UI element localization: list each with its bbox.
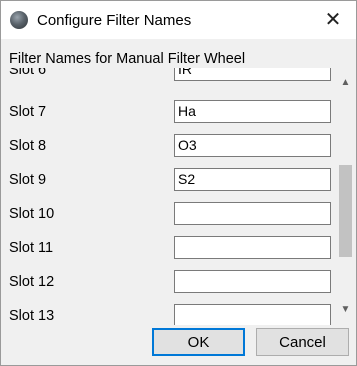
slot-label: Slot 13 bbox=[9, 308, 55, 324]
slot-row: Slot 8 bbox=[1, 131, 336, 165]
slot-row: Slot 11 bbox=[1, 233, 336, 267]
vertical-scrollbar[interactable]: ▲ ▼ bbox=[336, 68, 355, 325]
dialog-window: Configure Filter Names ✕ Filter Names fo… bbox=[0, 0, 357, 366]
slot-row: Slot 12 bbox=[1, 267, 336, 301]
slot-name-input[interactable] bbox=[174, 134, 331, 157]
app-icon bbox=[10, 11, 28, 29]
slot-label: Slot 6 bbox=[9, 68, 47, 78]
scroll-thumb[interactable] bbox=[339, 165, 352, 257]
slot-name-input[interactable] bbox=[174, 202, 331, 225]
slot-row: Slot 6 bbox=[1, 68, 336, 89]
slot-row: Slot 10 bbox=[1, 199, 336, 233]
slot-list: Slot 6 Slot 7 Slot 8 Slot 9 Slot 10 Slot… bbox=[1, 68, 336, 325]
slot-name-input[interactable] bbox=[174, 236, 331, 259]
slot-row: Slot 7 bbox=[1, 97, 336, 131]
slot-label: Slot 8 bbox=[9, 138, 47, 154]
window-title: Configure Filter Names bbox=[37, 12, 192, 29]
title-bar: Configure Filter Names ✕ bbox=[1, 1, 356, 39]
slot-label: Slot 10 bbox=[9, 206, 55, 222]
slot-row: Slot 13 bbox=[1, 301, 336, 325]
slot-name-input[interactable] bbox=[174, 168, 331, 191]
slot-name-input[interactable] bbox=[174, 100, 331, 123]
slot-row: Slot 9 bbox=[1, 165, 336, 199]
scroll-up-arrow-icon[interactable]: ▲ bbox=[336, 74, 355, 92]
scroll-down-arrow-icon[interactable]: ▼ bbox=[336, 301, 355, 319]
close-button[interactable]: ✕ bbox=[320, 7, 346, 33]
slot-name-input[interactable] bbox=[174, 68, 331, 81]
slot-name-input[interactable] bbox=[174, 304, 331, 325]
ok-button[interactable]: OK bbox=[152, 328, 245, 356]
slot-label: Slot 9 bbox=[9, 172, 47, 188]
cancel-button[interactable]: Cancel bbox=[256, 328, 349, 356]
slot-name-input[interactable] bbox=[174, 270, 331, 293]
slot-label: Slot 11 bbox=[9, 240, 54, 256]
slot-label: Slot 12 bbox=[9, 274, 55, 290]
filter-names-header: Filter Names for Manual Filter Wheel bbox=[9, 51, 246, 67]
slot-label: Slot 7 bbox=[9, 104, 47, 120]
